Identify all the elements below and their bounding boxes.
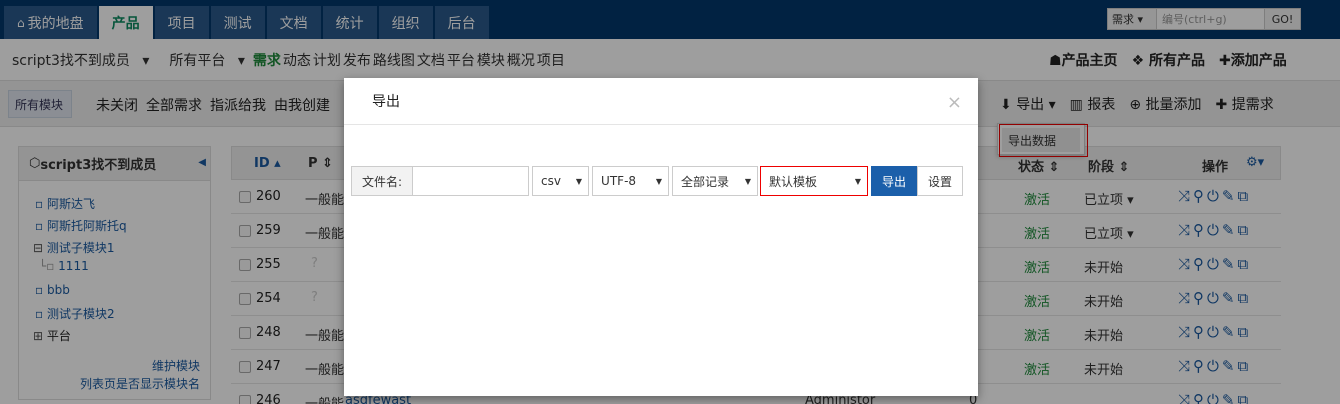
settings-button[interactable]: 设置: [917, 166, 964, 196]
export-button[interactable]: 导出: [871, 166, 918, 196]
range-select[interactable]: 全部记录 ▼: [672, 166, 759, 196]
encoding-select[interactable]: UTF-8 ▼: [592, 166, 670, 196]
filename-label: 文件名:: [351, 166, 414, 196]
caret-down-icon: ▼: [744, 176, 752, 186]
caret-down-icon: ▼: [854, 176, 862, 186]
caret-down-icon: ▼: [655, 176, 663, 186]
template-select[interactable]: 默认模板 ▼: [760, 166, 869, 196]
format-select[interactable]: csv ▼: [532, 166, 590, 196]
export-form: 文件名: csv ▼ UTF-8 ▼ 全部记录 ▼ 默认模板 ▼ 导出 设置: [351, 166, 964, 196]
export-modal: 导出 × 文件名: csv ▼ UTF-8 ▼ 全部记录 ▼ 默认模板 ▼ 导出 设置: [344, 78, 978, 396]
filename-input[interactable]: [413, 166, 530, 196]
modal-title: 导出: [344, 78, 978, 125]
caret-down-icon: ▼: [575, 176, 583, 186]
close-icon[interactable]: ×: [947, 92, 962, 113]
